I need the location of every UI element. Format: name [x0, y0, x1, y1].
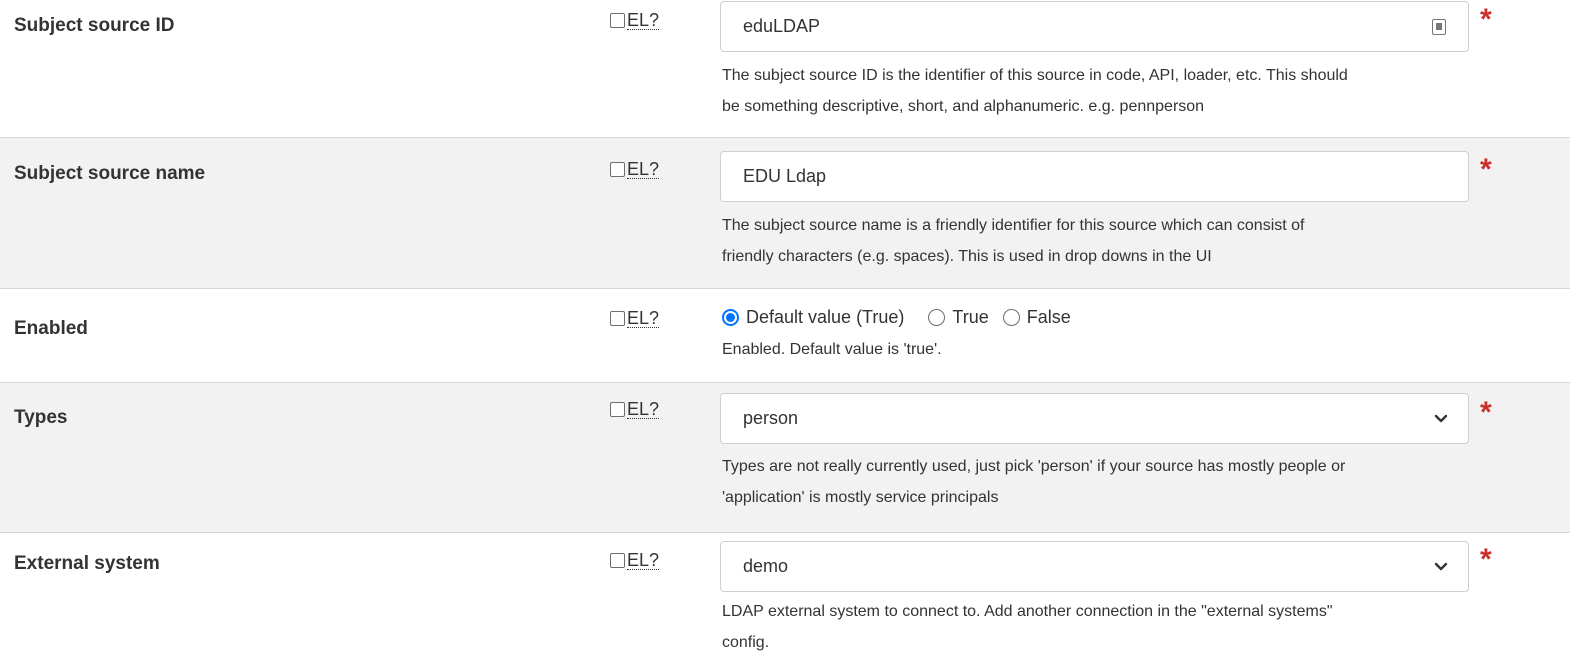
- subject-source-name-el-toggle[interactable]: EL?: [610, 159, 660, 179]
- subject-source-name-value: EDU Ldap: [743, 166, 827, 186]
- help-line: 'application' is mostly service principa…: [722, 489, 999, 506]
- external-system-help: LDAP external system to connect to. Add …: [722, 596, 1570, 656]
- help-line: Enabled. Default value is 'true'.: [722, 341, 942, 358]
- enabled-radio-group: Default value (True) True False: [722, 307, 1085, 328]
- required-marker: *: [1480, 543, 1492, 576]
- radio-label: Default value (True): [746, 307, 905, 327]
- el-label: EL?: [627, 550, 660, 570]
- el-label: EL?: [627, 399, 660, 419]
- el-checkbox[interactable]: [610, 162, 625, 177]
- types-help: Types are not really currently used, jus…: [722, 451, 1570, 513]
- help-line: LDAP external system to connect to. Add …: [722, 603, 1333, 620]
- row-external-system: External system EL? demo * LDAP external…: [0, 533, 1570, 656]
- enabled-label: Enabled: [14, 318, 88, 339]
- enabled-help: Enabled. Default value is 'true'.: [722, 334, 1570, 365]
- help-line: The subject source ID is the identifier …: [722, 67, 1348, 84]
- radio-true[interactable]: True: [928, 307, 989, 328]
- subject-source-id-value: eduLDAP: [743, 16, 821, 36]
- radio-label: False: [1026, 307, 1071, 327]
- enabled-el-toggle[interactable]: EL?: [610, 308, 660, 328]
- row-subject-source-name: Subject source name EL? EDU Ldap * The s…: [0, 138, 1570, 289]
- required-marker: *: [1480, 396, 1492, 429]
- types-selected-value: person: [743, 408, 799, 428]
- subject-source-id-input[interactable]: eduLDAP: [720, 1, 1469, 52]
- required-marker: *: [1480, 153, 1492, 186]
- types-select[interactable]: person: [720, 393, 1469, 444]
- subject-source-name-help: The subject source name is a friendly id…: [722, 210, 1570, 272]
- required-marker: *: [1480, 3, 1492, 36]
- help-line: friendly characters (e.g. spaces). This …: [722, 248, 1212, 265]
- radio-default-value[interactable]: Default value (True): [722, 307, 904, 328]
- row-enabled: Enabled EL? Default value (True) True Fa…: [0, 289, 1570, 383]
- el-checkbox[interactable]: [610, 13, 625, 28]
- external-system-select[interactable]: demo: [720, 541, 1469, 592]
- radio-button-checked[interactable]: [722, 309, 739, 326]
- subject-source-id-help: The subject source ID is the identifier …: [722, 60, 1570, 122]
- types-el-toggle[interactable]: EL?: [610, 399, 660, 419]
- config-form: Subject source ID EL? eduLDAP * The subj…: [0, 0, 1570, 656]
- types-label: Types: [14, 407, 68, 428]
- radio-false[interactable]: False: [1002, 307, 1071, 328]
- autofill-icon[interactable]: [1432, 18, 1446, 35]
- radio-button[interactable]: [928, 309, 946, 326]
- help-line: config.: [722, 634, 770, 651]
- chevron-down-icon: [1434, 414, 1448, 422]
- el-checkbox[interactable]: [610, 402, 625, 417]
- subject-source-id-label: Subject source ID: [14, 15, 175, 36]
- help-line: The subject source name is a friendly id…: [722, 217, 1305, 234]
- row-subject-source-id: Subject source ID EL? eduLDAP * The subj…: [0, 0, 1570, 138]
- el-checkbox[interactable]: [610, 553, 625, 568]
- external-system-label: External system: [14, 553, 160, 574]
- external-system-selected-value: demo: [743, 556, 789, 576]
- help-line: Types are not really currently used, jus…: [722, 458, 1346, 475]
- help-line: be something descriptive, short, and alp…: [722, 98, 1205, 115]
- chevron-down-icon: [1434, 562, 1448, 570]
- row-types: Types EL? person * Types are not really …: [0, 383, 1570, 533]
- subject-source-name-label: Subject source name: [14, 163, 206, 184]
- el-label: EL?: [627, 159, 660, 179]
- el-label: EL?: [627, 10, 660, 30]
- el-label: EL?: [627, 308, 660, 328]
- radio-button[interactable]: [1002, 309, 1020, 326]
- el-checkbox[interactable]: [610, 311, 625, 326]
- subject-source-name-input[interactable]: EDU Ldap: [720, 151, 1469, 202]
- external-system-el-toggle[interactable]: EL?: [610, 550, 660, 570]
- radio-label: True: [952, 307, 989, 327]
- subject-source-id-el-toggle[interactable]: EL?: [610, 10, 660, 30]
